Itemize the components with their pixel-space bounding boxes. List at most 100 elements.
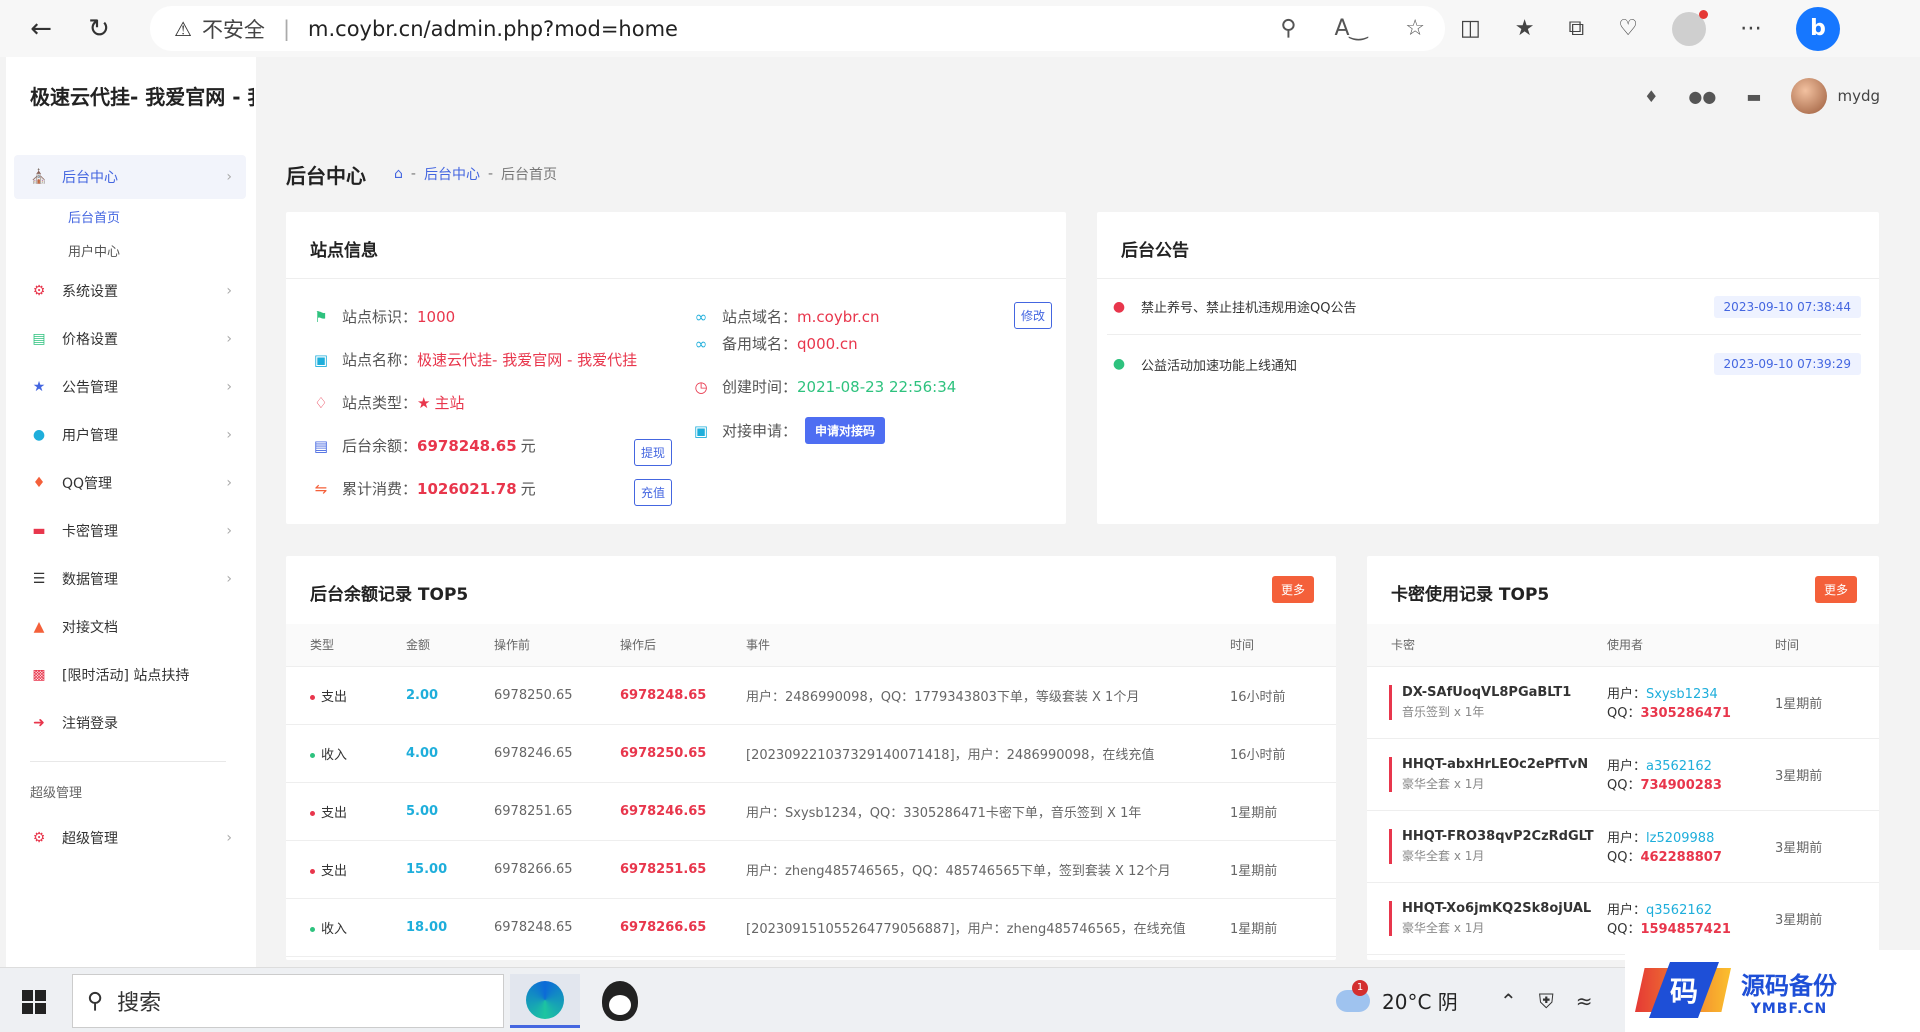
card-user: q3562162 (1646, 903, 1713, 918)
credit-card-icon: ▬ (32, 523, 46, 539)
before-cell: 6978248.65 (494, 898, 620, 957)
sidebar-item-label: 后台中心 (62, 170, 118, 186)
user-name[interactable]: mydg (1837, 87, 1880, 105)
chevron-right-icon: › (226, 331, 232, 347)
credit-card-icon[interactable]: ▬ (1746, 87, 1761, 106)
diamond-icon: ♢ (314, 393, 328, 412)
withdraw-button[interactable]: 提现 (634, 439, 673, 466)
chevron-up-icon[interactable]: ⌃ (1500, 989, 1517, 1013)
exchange-icon: ⇋ (314, 479, 328, 498)
watermark-logo: 码 源码备份 YMBF.CN (1625, 950, 1920, 1032)
site-brand: 极速云代挂- 我爱官网 - 我 (30, 85, 254, 109)
sidebar-item-users[interactable]: ● 用户管理 › (14, 411, 246, 459)
address-bar[interactable]: ⚠ 不安全 | m.coybr.cn/admin.php?mod=home ⚲ … (150, 6, 1445, 51)
gear-icon: ⚙ (32, 283, 46, 299)
list-icon: ☰ (32, 571, 46, 587)
notice-item[interactable]: ● 禁止养号、禁止挂机违规用途QQ公告 2023-09-10 07:38:44 (1107, 279, 1861, 335)
more-options-icon[interactable]: ⋯ (1740, 16, 1762, 41)
sidebar-item-dashboard[interactable]: ⛪ 后台中心 › (14, 155, 246, 199)
card-desc: 豪华全套 x 1月 (1402, 848, 1485, 863)
table-row: DX-SAfUoqVL8PGaBLT1 音乐签到 x 1年 用户：Sxysb12… (1367, 666, 1879, 739)
type-cell: 支出 (321, 689, 348, 705)
backup-domain-value[interactable]: q000.cn (797, 335, 858, 353)
notice-item[interactable]: ● 公益活动加速功能上线通知 2023-09-10 07:39:29 (1107, 336, 1861, 392)
sidebar-item-data[interactable]: ☰ 数据管理 › (14, 555, 246, 603)
card-divider (286, 278, 1066, 279)
backup-domain-label: 备用域名： (722, 335, 798, 353)
type-cell: 支出 (321, 863, 348, 879)
favorite-star-icon[interactable]: ☆ (1405, 16, 1425, 41)
balance-log-table: 类型 金额 操作前 操作后 事件 时间 支出 2.00 6978250.65 6… (286, 624, 1336, 957)
site-type-value: 主站 (434, 394, 465, 412)
split-screen-icon[interactable]: ◫ (1460, 16, 1481, 41)
balance-log-card: 后台余额记录 TOP5 更多 类型 金额 操作前 操作后 事件 时间 支出 2.… (286, 556, 1336, 960)
link-icon: ∞ (694, 307, 708, 326)
trophy-icon: ★ (417, 393, 431, 412)
store-icon: ⛪ (30, 169, 48, 185)
sidebar-menu: ⛪ 后台中心 › 后台首页 用户中心 ⚙ 系统设置 › ▤ 价格设置 › ★ 公… (14, 155, 246, 862)
column-header: 时间 (1775, 624, 1879, 667)
read-aloud-icon[interactable]: A‿ (1335, 16, 1368, 41)
sidebar-item-system-settings[interactable]: ⚙ 系统设置 › (14, 267, 246, 315)
card-qq: 734900283 (1640, 778, 1722, 793)
bell-icon[interactable]: ♦ (1644, 87, 1658, 106)
collections-icon[interactable]: ⧉ (1569, 16, 1585, 41)
sidebar-item-promotion[interactable]: ▩ [限时活动] 站点扶持 (14, 651, 246, 699)
sidebar-item-price-settings[interactable]: ▤ 价格设置 › (14, 315, 246, 363)
submenu-item-user-center[interactable]: 用户中心 (14, 233, 246, 267)
chat-bubble-icon: ● (1112, 298, 1126, 315)
submenu-item-home[interactable]: 后台首页 (14, 199, 246, 233)
sidebar-item-logout[interactable]: ➜ 注销登录 (14, 699, 246, 747)
user-avatar[interactable] (1791, 78, 1828, 114)
sidebar-item-super-admin[interactable]: ⚙ 超级管理 › (14, 814, 246, 862)
notice-text: 禁止养号、禁止挂机违规用途QQ公告 (1141, 301, 1357, 316)
sidebar: 极速云代挂- 我爱官网 - 我 ⛪ 后台中心 › 后台首页 用户中心 ⚙ 系统设… (6, 57, 256, 967)
taskbar-qq[interactable] (585, 974, 655, 1028)
sidebar-item-qq[interactable]: ♦ QQ管理 › (14, 459, 246, 507)
notices-card: 后台公告 ● 禁止养号、禁止挂机违规用途QQ公告 2023-09-10 07:3… (1097, 212, 1879, 524)
browser-health-icon[interactable]: ♡ (1618, 16, 1638, 41)
amount-cell: 5.00 (406, 782, 494, 841)
card-desc: 豪华全套 x 1月 (1402, 776, 1485, 791)
card-qq: 1594857421 (1640, 922, 1731, 937)
profile-avatar[interactable] (1671, 9, 1708, 46)
spent-row: ⇋ 累计消费： 1026021.78 元 (310, 478, 536, 499)
breadcrumb-item[interactable]: 后台中心 (424, 164, 480, 184)
wifi-icon[interactable]: ≈ (1576, 989, 1593, 1013)
refresh-button[interactable]: ↻ (70, 0, 128, 57)
bing-chat-icon[interactable]: b (1795, 6, 1840, 51)
domain-value[interactable]: m.coybr.cn (797, 308, 880, 326)
sidebar-item-notices[interactable]: ★ 公告管理 › (14, 363, 246, 411)
table-row: HHQT-FRO38qvP2CzRdGLT 豪华全套 x 1月 用户：lz520… (1367, 810, 1879, 883)
column-header: 操作后 (620, 624, 746, 667)
recharge-button[interactable]: 充值 (634, 479, 673, 506)
more-button[interactable]: 更多 (1814, 576, 1857, 603)
taskbar-search[interactable]: ⚲ 搜索 (72, 974, 504, 1028)
windows-start-icon[interactable] (22, 990, 46, 1014)
taskbar-weather[interactable]: 1 20°C 阴 (1336, 968, 1458, 1032)
time-cell: 1星期前 (1230, 782, 1336, 841)
users-icon[interactable]: ●● (1688, 87, 1716, 106)
sidebar-item-docs[interactable]: ▲ 对接文档 (14, 603, 246, 651)
home-icon[interactable]: ⌂ (394, 166, 403, 182)
sidebar-item-label: 公告管理 (62, 380, 118, 396)
amount-cell: 2.00 (406, 666, 494, 725)
column-header: 使用者 (1607, 624, 1775, 667)
card-title: 后台余额记录 TOP5 (310, 585, 469, 605)
more-button[interactable]: 更多 (1271, 576, 1314, 603)
time-cell: 3星期前 (1775, 738, 1879, 811)
edit-domain-button[interactable]: 修改 (1014, 302, 1053, 329)
favorites-icon[interactable]: ★ (1515, 16, 1535, 41)
search-icon: ⚲ (87, 988, 104, 1014)
zoom-icon[interactable]: ⚲ (1280, 16, 1296, 41)
shield-icon[interactable]: ⛨ (1539, 989, 1554, 1013)
taskbar-edge[interactable] (510, 974, 580, 1028)
chevron-right-icon: › (226, 571, 232, 587)
site-name-value: 极速云代挂- 我爱官网 - 我爱代挂 (417, 351, 638, 369)
sidebar-item-cards[interactable]: ▬ 卡密管理 › (14, 507, 246, 555)
card-qq: 462288807 (1640, 850, 1722, 865)
apply-code-button[interactable]: 申请对接码 (805, 417, 886, 444)
back-button[interactable]: ← (12, 0, 70, 57)
after-cell: 6978246.65 (620, 782, 746, 841)
sidebar-item-label: QQ管理 (62, 476, 113, 492)
